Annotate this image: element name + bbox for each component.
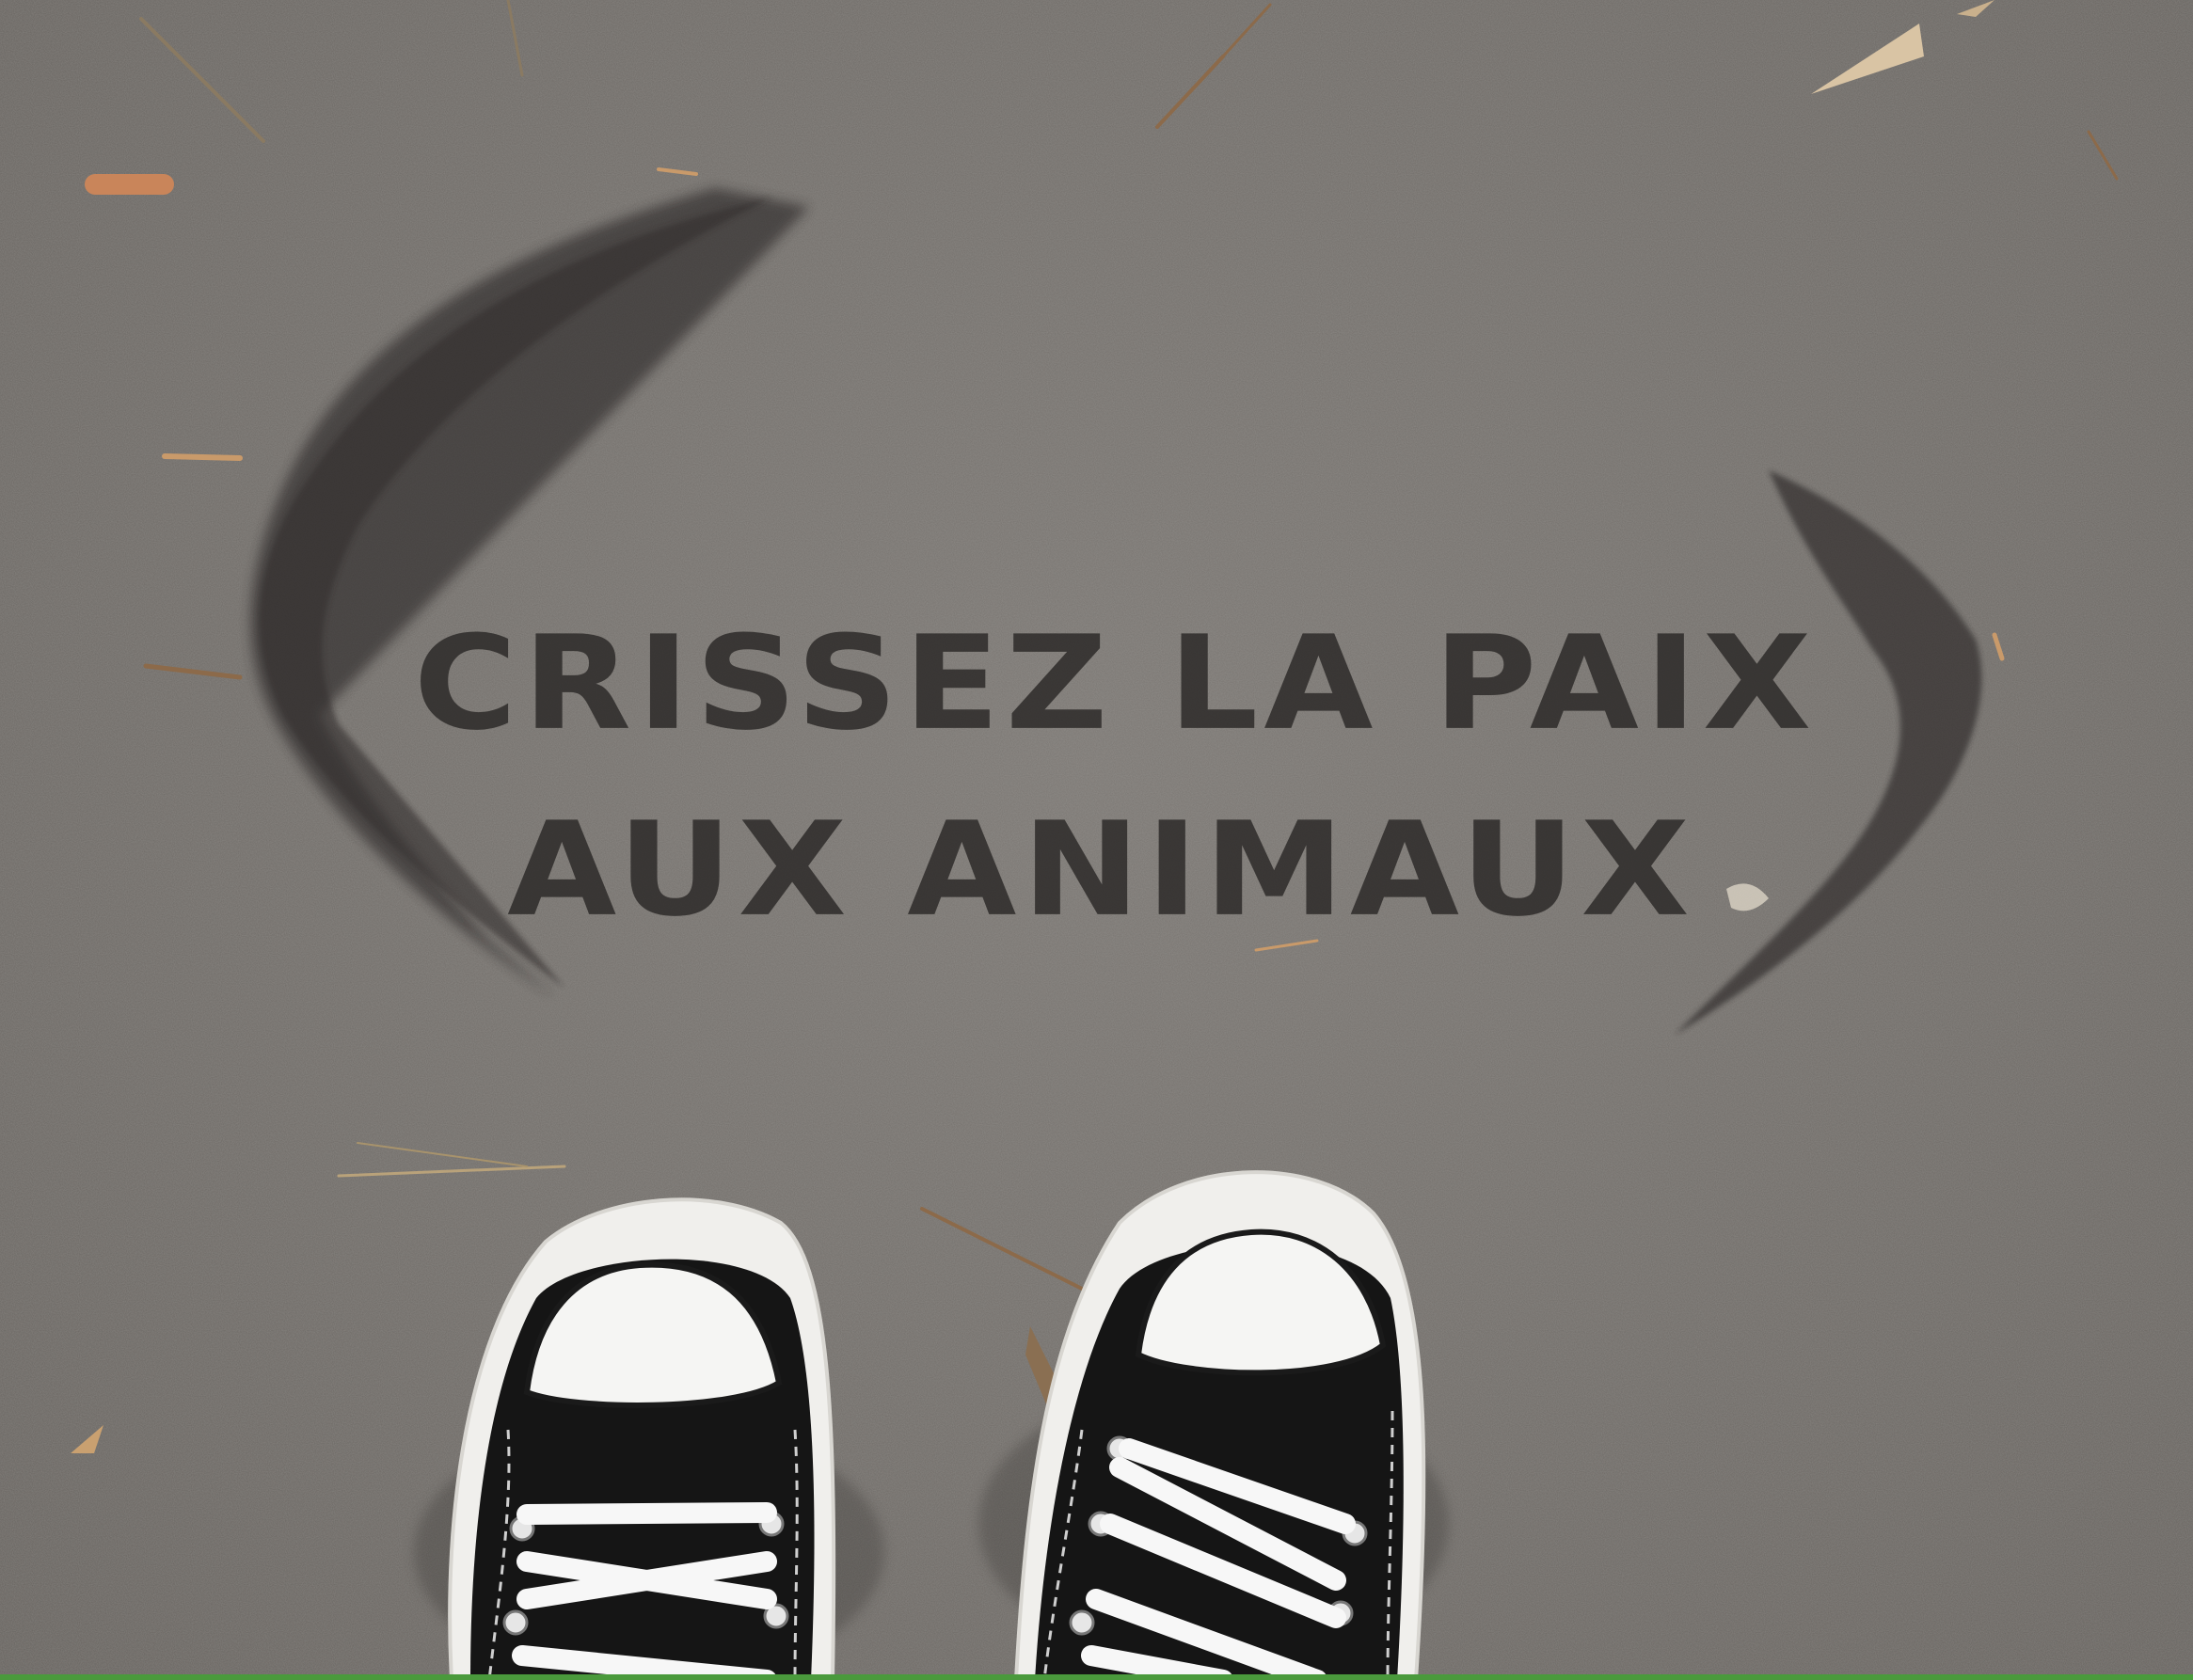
bottom-edge-strip <box>0 1674 2193 1680</box>
stencil-line-2: AUX ANIMAUX <box>507 794 1695 946</box>
photo-scene: CRISSEZ LA PAIX AUX ANIMAUX <box>0 0 2193 1680</box>
stencil-line-1: CRISSEZ LA PAIX <box>413 608 1818 760</box>
